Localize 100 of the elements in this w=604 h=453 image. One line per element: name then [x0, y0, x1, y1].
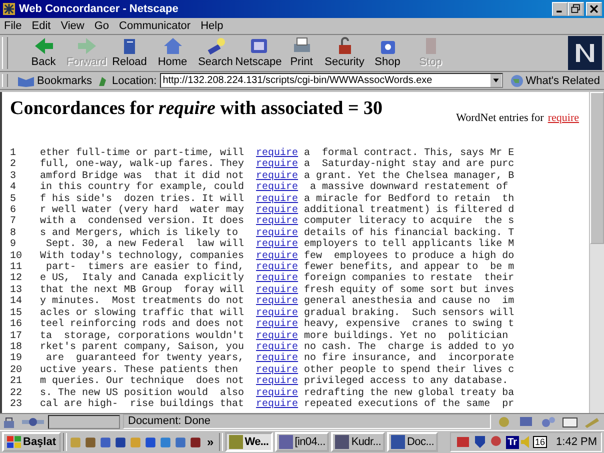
- calendar-icon[interactable]: 16: [533, 436, 548, 448]
- keyword-link[interactable]: require: [256, 353, 298, 365]
- keyword-link[interactable]: require: [256, 296, 298, 308]
- whats-related-button[interactable]: What's Related: [508, 74, 602, 88]
- menu-item[interactable]: File: [4, 20, 22, 32]
- toolbar-button[interactable]: Shop: [366, 36, 409, 70]
- keyword-link[interactable]: require: [256, 364, 298, 376]
- line-number: 9: [10, 239, 18, 251]
- toolbar-button[interactable]: Home: [151, 36, 194, 70]
- keyword-link[interactable]: require: [256, 319, 298, 330]
- left-context: ta storage, corporations wouldn't: [40, 330, 246, 342]
- line-number: 3: [10, 170, 18, 182]
- right-context: additional treatment) is filtered d: [304, 205, 514, 216]
- keyword-link[interactable]: require: [256, 182, 298, 194]
- keyword-link[interactable]: require: [256, 170, 298, 182]
- quick-launch-icon[interactable]: [189, 436, 202, 448]
- keyword-link[interactable]: require: [256, 194, 298, 206]
- quick-launch-icon[interactable]: [174, 436, 188, 448]
- right-context: redrafting the new global treaty ba: [304, 388, 514, 399]
- toolbar-button[interactable]: Reload: [108, 36, 151, 70]
- keyword-link[interactable]: require: [256, 228, 298, 240]
- clock: 1:42 PM: [556, 436, 597, 448]
- menu-item[interactable]: Edit: [32, 20, 51, 32]
- right-context: a Saturday-night stay and are purc: [304, 159, 514, 170]
- line-number: 21: [10, 376, 24, 388]
- left-context: acles or slowing traffic that will: [40, 308, 246, 319]
- close-button[interactable]: [586, 2, 602, 16]
- more-button[interactable]: »: [204, 435, 217, 449]
- keyword-link[interactable]: require: [256, 148, 298, 160]
- location-label: Location:: [112, 74, 157, 86]
- line-number: 12: [10, 273, 24, 285]
- right-context: no cash. The charge is added to yo: [304, 342, 514, 353]
- taskbar-button[interactable]: We...: [224, 432, 273, 452]
- quick-launch-icon[interactable]: [114, 436, 128, 448]
- toolbar-button[interactable]: Back: [22, 36, 65, 70]
- toolbar-button[interactable]: Netscape: [237, 36, 280, 70]
- right-context: gradual braking. Such sensors will: [304, 308, 514, 319]
- wordnet-label: WordNet entries for: [456, 112, 544, 124]
- menu-item[interactable]: Help: [200, 20, 224, 32]
- minimize-button[interactable]: [552, 2, 568, 16]
- quick-launch-icon[interactable]: [84, 436, 98, 448]
- keyword-link[interactable]: require: [256, 398, 298, 410]
- app-icon: [2, 2, 16, 16]
- language-indicator[interactable]: Tr: [506, 436, 520, 448]
- right-context: a miracle for Bedford to retain th: [304, 194, 514, 205]
- keyword-link[interactable]: require: [256, 262, 298, 274]
- line-number: 15: [10, 308, 24, 319]
- left-context: ether full-time or part-time, will: [40, 148, 246, 159]
- left-context: Sept. 30, a new Federal law will: [45, 239, 246, 250]
- toolbar-button[interactable]: Print: [280, 36, 323, 70]
- restore-button[interactable]: [568, 2, 584, 16]
- bookmarks-button[interactable]: Bookmarks: [15, 74, 94, 86]
- keyword-link[interactable]: require: [256, 388, 298, 399]
- line-number: 13: [10, 284, 24, 296]
- url-field[interactable]: http://132.208.224.131/scripts/cgi-bin/WWWAssocWords.exe: [160, 73, 503, 88]
- keyword-link[interactable]: require: [256, 284, 298, 296]
- quick-launch-icon[interactable]: [99, 436, 112, 448]
- keyword-link[interactable]: require: [256, 205, 298, 216]
- left-context: e US, Italy and Canada explicitly: [40, 273, 246, 284]
- right-context: a massive downward restatement of: [309, 182, 508, 194]
- line-number: 8: [10, 228, 18, 239]
- keyword-link[interactable]: require: [256, 342, 298, 354]
- left-context: r well water (very hard water may: [40, 205, 246, 216]
- menu-item[interactable]: Communicator: [119, 20, 191, 32]
- keyword-link[interactable]: require: [256, 159, 298, 171]
- right-context: fewer benefits, and appear to be m: [304, 262, 514, 274]
- keyword-link[interactable]: require: [256, 273, 298, 285]
- start-button[interactable]: Başlat: [2, 432, 62, 452]
- line-number: 18: [10, 342, 24, 353]
- menu-item[interactable]: Go: [94, 20, 110, 32]
- keyword-link[interactable]: require: [256, 239, 298, 251]
- menu-item[interactable]: View: [60, 20, 84, 32]
- wordnet-link[interactable]: require: [548, 112, 579, 124]
- book-icon: [17, 74, 35, 86]
- component-icon[interactable]: [560, 414, 580, 428]
- toolbar-button[interactable]: Security: [323, 36, 366, 70]
- app-icon: [278, 435, 293, 449]
- line-number: 7: [10, 216, 18, 228]
- home-icon: [162, 36, 184, 56]
- keyword-link[interactable]: require: [256, 250, 298, 262]
- taskbar-button[interactable]: Doc...: [387, 432, 438, 452]
- taskbar-button[interactable]: Kudr...: [331, 432, 386, 452]
- keyword-link[interactable]: require: [256, 308, 298, 320]
- line-number: 11: [10, 262, 24, 274]
- keyword-link[interactable]: require: [256, 330, 298, 342]
- keyword-link[interactable]: require: [256, 376, 298, 388]
- taskbar-button[interactable]: [in04...: [274, 432, 330, 452]
- right-context: foreign companies to restate their: [304, 273, 514, 284]
- quick-launch-icon[interactable]: [159, 436, 172, 448]
- keyword-link[interactable]: require: [256, 216, 298, 228]
- netscape-logo[interactable]: [568, 36, 602, 70]
- scrollbar[interactable]: [589, 92, 604, 413]
- quick-launch-icon[interactable]: [144, 436, 158, 448]
- right-context: repeated executions of the same pr: [304, 398, 514, 410]
- line-number: 22: [10, 388, 24, 399]
- window-title: Web Concordancer - Netscape: [19, 3, 178, 15]
- left-context: cal are high- rise buildings that: [40, 398, 246, 410]
- line-number: 23: [10, 398, 24, 410]
- toolbar-button[interactable]: Search: [194, 36, 237, 70]
- tray-icon[interactable]: [454, 434, 471, 450]
